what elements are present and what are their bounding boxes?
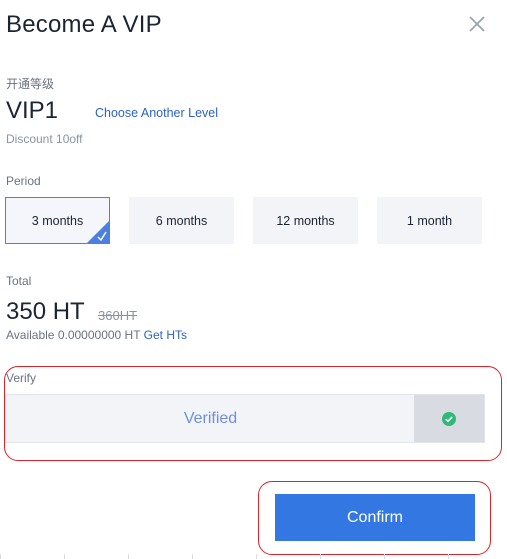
available-balance: Available 0.00000000 HT Get HTs	[6, 328, 187, 342]
available-balance-text: Available 0.00000000 HT	[6, 328, 141, 342]
period-option-label: 1 month	[406, 213, 453, 228]
level-name: VIP1	[6, 97, 59, 124]
verify-slider[interactable]: Verified	[5, 394, 485, 443]
verify-slider-handle[interactable]	[414, 395, 484, 442]
period-option-1-month[interactable]: 1 month	[377, 197, 482, 244]
period-option-12-months[interactable]: 12 months	[253, 197, 358, 244]
choose-another-level-link[interactable]: Choose Another Level	[95, 106, 218, 120]
level-label: 开通等级	[6, 77, 55, 91]
total-label: Total	[6, 274, 32, 288]
selected-check-icon	[87, 221, 109, 243]
confirm-button[interactable]: Confirm	[275, 494, 475, 541]
period-option-label: 3 months	[31, 213, 84, 228]
dialog-title: Become A VIP	[6, 11, 162, 38]
period-option-label: 6 months	[155, 213, 208, 228]
total-price: 350 HT	[6, 298, 85, 325]
period-option-label: 12 months	[276, 213, 335, 228]
bottom-divider	[0, 554, 507, 559]
close-icon[interactable]	[466, 13, 488, 35]
original-price: 360HT	[98, 308, 138, 323]
discount-text: Discount 10off	[6, 132, 83, 146]
get-hts-link[interactable]: Get HTs	[144, 328, 187, 342]
period-option-3-months[interactable]: 3 months	[5, 197, 110, 244]
verify-label: Verify	[6, 371, 37, 385]
period-label: Period	[6, 174, 41, 188]
check-circle-icon	[442, 411, 456, 426]
period-option-6-months[interactable]: 6 months	[129, 197, 234, 244]
verify-status-text: Verified	[183, 409, 238, 427]
